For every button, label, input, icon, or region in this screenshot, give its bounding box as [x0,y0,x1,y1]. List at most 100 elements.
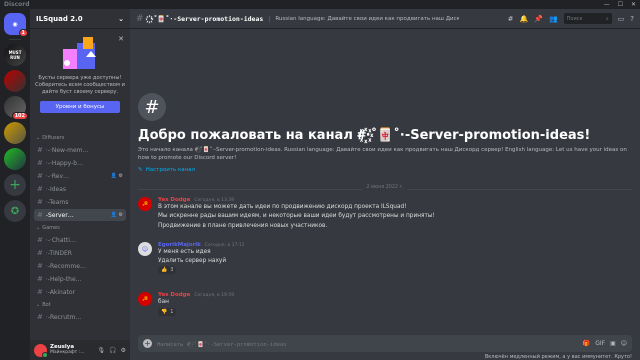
message-composer[interactable]: + Написать #꙰⋅˚🀄˚⋅-Server-promotion-idea… [138,335,632,352]
add-server-button[interactable]: + [4,174,26,196]
category-diffusers[interactable]: ⌄ Diffusers [30,133,130,143]
category-bot[interactable]: ⌄ Bot [30,300,130,310]
category-games[interactable]: ⌄ Games [30,223,130,233]
server-icon[interactable] [4,122,26,144]
settings-icon[interactable]: 👤 ⚙ [111,173,123,179]
hash-icon: # [37,288,43,296]
hash-icon: # [37,262,43,270]
server-icon[interactable]: 102 [4,96,28,120]
channel-item[interactable]: # ⋅-·New-mem… [34,144,126,156]
close-icon[interactable]: ✕ [631,1,636,8]
explore-servers-button[interactable]: ✪ [4,200,26,222]
user-info[interactable]: Zeuslya Майнкрафт :... [50,344,85,356]
channel-item[interactable]: # ⋅-Recrutm… [34,311,126,323]
hash-icon: # [37,211,43,219]
channel-item[interactable]: # ⋅-Help-the… [34,273,126,285]
inbox-icon[interactable]: ▭ [618,15,625,23]
channel-label: ⋅-·Rev… [45,172,69,180]
minimize-icon[interactable]: — [604,1,610,8]
chevron-down-icon: ⌄ [118,14,124,23]
reaction-button[interactable]: 👎 1 [158,307,177,316]
gear-icon[interactable]: ⚙ [121,347,126,354]
help-icon[interactable]: ? [630,15,634,23]
guild-header[interactable]: ILSquad 2.0 ⌄ [30,9,130,29]
channel-label: ⋅-Recrutm… [45,313,82,321]
channel-label: ⋅-Recomme… [45,262,86,270]
channel-item[interactable]: # ⋅-Ideas [34,183,126,195]
hash-icon: # [37,172,43,180]
avatar[interactable] [34,343,48,358]
hash-icon: # [37,159,43,167]
channel-item[interactable]: # ⋅-Recomme… [34,260,126,272]
hash-icon: # [37,313,43,321]
pencil-icon: ✎ [138,167,143,173]
settings-icon[interactable]: 👤 ⚙ [111,212,123,218]
channel-item[interactable]: # ⋅-·Happy-b… [34,157,126,169]
channel-item[interactable]: # ⋅-·Rev… 👤 ⚙ [34,170,126,182]
headphones-icon[interactable]: 🎧 [109,347,116,354]
guild-name: ILSquad 2.0 [36,14,83,23]
channel-item[interactable]: # ⋅-TINDER [34,247,126,259]
threads-icon[interactable]: # [508,15,514,23]
members-icon[interactable]: 👥 [549,15,558,23]
boost-text: Бусты сервера уже доступны! Соберитесь в… [35,75,125,95]
hash-icon: # [37,198,43,206]
category-label: Games [42,225,60,231]
avatar[interactable]: ☭ [138,292,152,306]
home-button[interactable]: ◉ 1 [4,13,28,37]
hash-icon: # [37,146,43,154]
message[interactable]: ☭ Yes Dodge Сегодня, в 13:39 В этом кана… [138,197,632,231]
message[interactable]: ☺ EgorikMajorik Сегодня, в 17:11 У меня … [138,242,632,274]
slowmode-notice: Включён медленный режим, а у вас иммунит… [484,354,632,360]
channel-topic[interactable]: Russian language: Давайте свои идеи как … [269,15,459,22]
channel-item[interactable]: # ⋅-Akinator [34,286,126,298]
discord-logo-icon: ◉ [12,20,18,28]
gift-icon[interactable]: 🎁 [583,340,590,347]
thumbs-up-icon: 👍 [161,267,168,273]
attach-plus-icon[interactable]: + [143,339,152,348]
pin-icon[interactable]: 📌 [534,15,543,23]
message-text: Продвижение в плане привлечения новых уч… [158,223,328,229]
avatar[interactable]: ☭ [138,197,152,211]
channel-item[interactable]: # ⋅-Teams [34,196,126,208]
channel-label: ⋅-Ideas [45,185,67,193]
emoji-icon[interactable]: ☺ [621,340,627,347]
sticker-icon[interactable]: ▣ [610,340,616,347]
channel-label: ⋅-TINDER [45,249,72,257]
message-text: Удалить сервер нахуй [158,257,227,264]
app-title: Discord [4,1,30,8]
edit-channel-link[interactable]: ✎ Настроить канал [138,167,632,173]
edit-channel-label: Настроить канал [145,167,196,173]
hash-icon: # [37,249,43,257]
search-input[interactable]: Поиск ⌕ [563,13,612,24]
message-text: бан [158,299,169,305]
message[interactable]: ☭ Yes Dodge Сегодня, в 19:59 бан 👎 1 [138,292,632,316]
server-icon[interactable] [4,148,26,170]
server-icon[interactable]: MUST RUN [4,44,26,66]
channel-label: -Server… [45,211,74,219]
channel-item[interactable]: # ⋅-·Chatti… [34,234,126,246]
gif-icon[interactable]: GIF [595,340,605,347]
channel-label: ⋅-·New-mem… [45,146,89,154]
avatar[interactable]: ☺ [138,242,152,256]
reaction-count: 3 [170,267,174,273]
channel-item-active[interactable]: # -Server… 👤 ⚙ [34,209,126,221]
boost-illustration-icon [57,35,103,71]
date-divider: 2 июня 2022 г. [138,185,632,190]
bell-icon[interactable]: 🔔 [520,15,529,23]
reaction-button[interactable]: 👍 3 [158,266,177,274]
hash-icon: # [37,185,43,193]
message-input[interactable]: Написать #꙰⋅˚🀄˚⋅-Server-promotion-ideas [157,340,287,348]
user-status: Майнкрафт :... [50,350,85,355]
home-badge: 1 [18,29,28,37]
server-label: MUST RUN [8,50,22,60]
server-icon[interactable] [4,70,26,92]
message-timestamp: Сегодня, в 17:11 [204,243,245,248]
boost-levels-button[interactable]: Уровни и бонусы [40,101,120,113]
welcome-description: Это начало канала #꙰⋅˚🀄˚⋅-Server-promoti… [138,147,627,161]
close-icon[interactable]: ✕ [118,35,124,43]
user-controls: 🎙 🎧 ⚙ [98,347,127,354]
maximize-icon[interactable]: ☐ [618,1,623,8]
channel-title: ꙰⋅˚🀄˚⋅-Server-promotion-ideas [149,15,264,23]
microphone-icon[interactable]: 🎙 [98,347,106,354]
